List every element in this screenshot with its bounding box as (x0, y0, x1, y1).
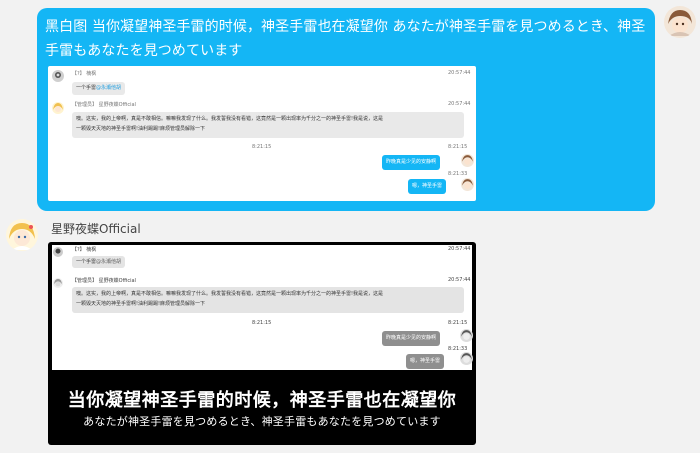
msg2-meta-bw: 【管理员】 星野夜蝶Official (72, 278, 136, 284)
avatar-hoshino (52, 102, 64, 114)
msg1-text-bw: 一个手雷 (76, 259, 97, 265)
reply1-avatar-bw (460, 329, 473, 342)
reply2-bubble[interactable]: 嗯，神圣手雷 (408, 179, 447, 194)
caption-line-2: あなたが神圣手雷を見つめるとき、神圣手雷もあなたを見つめています (83, 415, 441, 428)
msg1-mention-bw[interactable]: @永瀬他胡 (96, 259, 121, 265)
reply1-bubble[interactable]: 昨晚真是少见的安静啊 (382, 155, 441, 170)
my-avatar[interactable] (664, 6, 696, 38)
reply2-text-bw: 嗯，神圣手雷 (410, 358, 441, 364)
msg1-time: 20:57:44 (448, 70, 471, 76)
msg2-meta: 【管理员】 星野夜蝶Official (72, 102, 136, 108)
reply2-time-bw: 8:21:33 (448, 346, 468, 352)
msg1-bubble-bw[interactable]: 一个手雷@永瀬他胡 (72, 256, 126, 268)
msg1-meta-bw: 【?】 楠枫 (72, 247, 97, 253)
reply1-bubble-bw[interactable]: 昨晚真是少见的安静啊 (382, 331, 441, 346)
msg2-line1-bw: 噢。这实，我的上帝啊，真是不敢相信。嘛嘛我发现了什么。我发誓我没有看错，这竟然是… (76, 291, 384, 297)
msg1-bubble[interactable]: 一个手雷@永瀬他胡 (72, 82, 126, 95)
outgoing-message-text: 黑白图 当你凝望神圣手雷的时候，神圣手雷也在凝望你 あなたが神圣手雷を見つめると… (45, 19, 646, 59)
avatar-nanfeng (52, 70, 64, 82)
reply1-text: 昨晚真是少见的安静啊 (386, 159, 437, 165)
reply2-avatar-bw (460, 352, 473, 365)
msg2-bubble-bw[interactable]: 噢。这实，我的上帝啊，真是不敢相信。嘛嘛我发现了什么。我发誓我没有看错，这竟然是… (72, 287, 464, 313)
avatar-hoshino-bw (53, 278, 63, 288)
reply2-bubble-bw[interactable]: 嗯，神圣手雷 (406, 354, 445, 369)
msg1-time-bw: 20:57:44 (448, 246, 471, 252)
caption-line-1: 当你凝望神圣手雷的时候，神圣手雷也在凝望你 (67, 390, 457, 411)
msg2-time: 20:57:44 (448, 101, 471, 107)
reply2-time: 8:21:33 (448, 171, 468, 177)
msg2-line1: 噢。这实，我的上帝啊，真是不敢相信。嘛嘛我发现了什么。我发誓我没有看错，这竟然是… (76, 116, 384, 122)
sender-avatar[interactable] (6, 219, 38, 251)
msg1-meta: 【?】 楠枫 (72, 71, 97, 77)
msg2-bubble[interactable]: 噢。这实，我的上帝啊，真是不敢相信。嘛嘛我发现了什么。我发誓我没有看错，这竟然是… (72, 112, 464, 138)
msg1-mention[interactable]: @永瀬他胡 (96, 85, 121, 91)
reply1-avatar (461, 154, 474, 167)
reply1-time-bw: 8:21:15 (448, 320, 468, 326)
center-time: 8:21:15 (252, 144, 272, 150)
reply2-text: 嗯，神圣手雷 (412, 183, 443, 189)
sender-name: 星野夜蝶Official (51, 222, 141, 236)
reply1-text-bw: 昨晚真是少见的安静啊 (386, 335, 437, 341)
msg2-time-bw: 20:57:44 (448, 277, 471, 283)
avatar-nanfeng-bw (53, 247, 63, 257)
msg1-text: 一个手雷 (76, 85, 97, 91)
reply2-avatar (461, 178, 474, 191)
reply1-time: 8:21:15 (448, 144, 468, 150)
msg2-line2-bw: 一颗毁天灭地的神圣手雷啊!油利踢踢!麻烦管理员解除一下 (76, 301, 206, 307)
msg2-line2: 一颗毁天灭地的神圣手雷啊!油利踢踢!麻烦管理员解除一下 (76, 126, 206, 132)
center-time-bw: 8:21:15 (252, 320, 272, 326)
